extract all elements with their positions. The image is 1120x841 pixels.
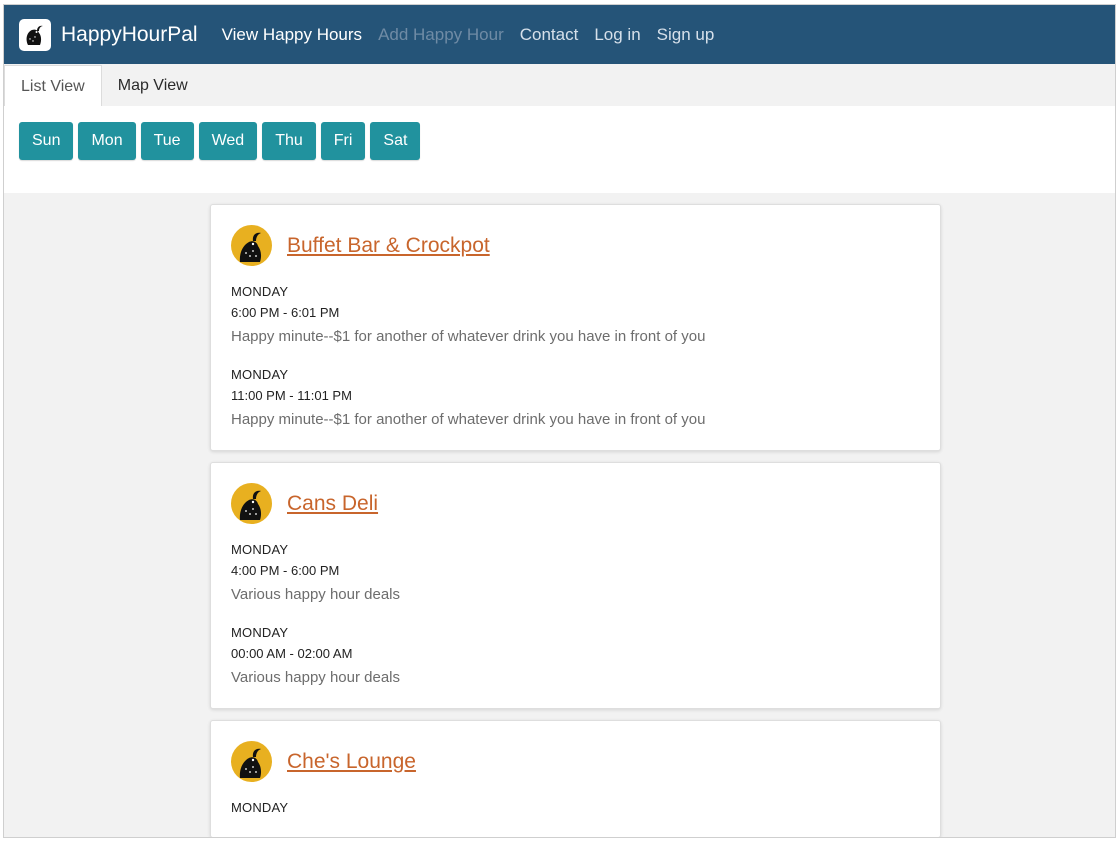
- deal-day: MONDAY: [231, 284, 289, 299]
- day-button-fri[interactable]: Fri: [320, 122, 366, 160]
- quail-venue-icon: [231, 225, 272, 266]
- day-button-tue[interactable]: Tue: [140, 122, 194, 160]
- app-frame: HappyHourPal View Happy Hours Add Happy …: [3, 4, 1116, 838]
- brand-name: HappyHourPal: [61, 22, 198, 46]
- view-tabs: List View Map View: [4, 64, 1115, 107]
- deal-description: Various happy hour deals: [231, 586, 400, 603]
- day-button-mon[interactable]: Mon: [78, 122, 136, 160]
- venue-name-link[interactable]: Che's Lounge: [287, 750, 416, 774]
- day-filter-bar: Sun Mon Tue Wed Thu Fri Sat: [4, 106, 1115, 193]
- venue-name-link[interactable]: Buffet Bar & Crockpot: [287, 234, 490, 258]
- day-button-sun[interactable]: Sun: [19, 122, 74, 160]
- quail-venue-icon: [231, 741, 272, 782]
- tab-map-view[interactable]: Map View: [102, 65, 204, 106]
- nav-contact[interactable]: Contact: [520, 25, 579, 45]
- deal-time: 00:00 AM - 02:00 AM: [231, 646, 353, 661]
- deal-entry: MONDAY 6:00 PM - 6:01 PM Happy minute--$…: [231, 284, 920, 345]
- deal-day: MONDAY: [231, 367, 289, 382]
- venue-card: Buffet Bar & Crockpot MONDAY 6:00 PM - 6…: [210, 204, 941, 451]
- day-button-wed[interactable]: Wed: [198, 122, 258, 160]
- deal-description: Happy minute--$1 for another of whatever…: [231, 411, 706, 428]
- deal-entry: MONDAY 00:00 AM - 02:00 AM Various happy…: [231, 625, 920, 686]
- deal-entry: MONDAY: [231, 800, 920, 815]
- day-button-thu[interactable]: Thu: [262, 122, 316, 160]
- quail-venue-icon: [231, 483, 272, 524]
- tab-list-view[interactable]: List View: [4, 65, 102, 107]
- deal-description: Happy minute--$1 for another of whatever…: [231, 328, 706, 345]
- deal-entry: MONDAY 4:00 PM - 6:00 PM Various happy h…: [231, 542, 920, 603]
- nav-sign-up[interactable]: Sign up: [657, 25, 715, 45]
- deal-time: 4:00 PM - 6:00 PM: [231, 563, 340, 578]
- nav-view-happy-hours[interactable]: View Happy Hours: [222, 25, 362, 45]
- venue-card: Che's Lounge MONDAY: [210, 720, 941, 837]
- venue-list: Buffet Bar & Crockpot MONDAY 6:00 PM - 6…: [210, 204, 941, 837]
- deal-day: MONDAY: [231, 542, 289, 557]
- nav-add-happy-hour[interactable]: Add Happy Hour: [378, 25, 504, 45]
- venue-card: Cans Deli MONDAY 4:00 PM - 6:00 PM Vario…: [210, 462, 941, 709]
- deal-day: MONDAY: [231, 625, 289, 640]
- deal-entry: MONDAY 11:00 PM - 11:01 PM Happy minute-…: [231, 367, 920, 428]
- nav-log-in[interactable]: Log in: [594, 25, 640, 45]
- quail-logo-icon: [19, 18, 51, 51]
- deal-time: 11:00 PM - 11:01 PM: [231, 388, 352, 403]
- venue-name-link[interactable]: Cans Deli: [287, 492, 378, 516]
- top-navbar: HappyHourPal View Happy Hours Add Happy …: [4, 5, 1115, 64]
- deal-description: Various happy hour deals: [231, 669, 400, 686]
- brand[interactable]: HappyHourPal: [19, 18, 222, 51]
- day-button-sat[interactable]: Sat: [370, 122, 421, 160]
- deal-day: MONDAY: [231, 800, 289, 815]
- deal-time: 6:00 PM - 6:01 PM: [231, 305, 340, 320]
